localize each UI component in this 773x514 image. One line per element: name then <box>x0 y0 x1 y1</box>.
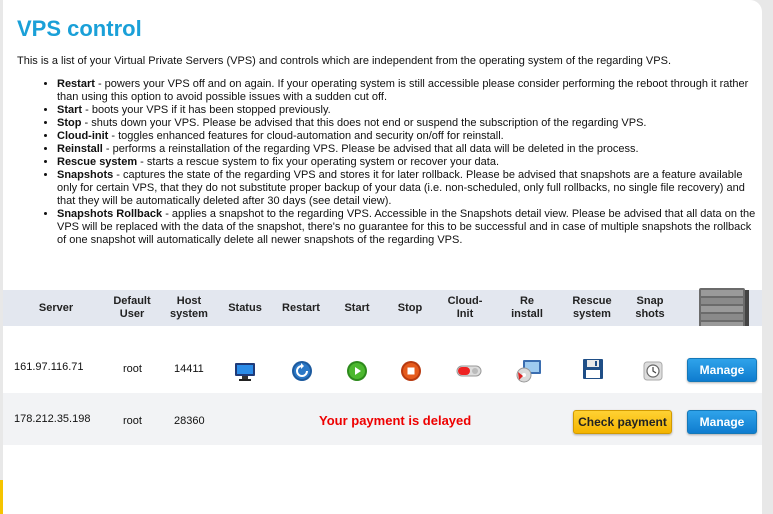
header-stop: Stop <box>397 301 423 314</box>
feature-desc: - shuts down your VPS. Please be advised… <box>81 117 647 129</box>
feature-item-cloud-init: Cloud-init - toggles enhanced features f… <box>57 130 757 143</box>
feature-term: Rescue system <box>57 156 138 168</box>
header-server: Server <box>38 301 74 314</box>
header-rescue: Rescue system <box>566 290 618 326</box>
manage-button[interactable]: Manage <box>687 358 757 382</box>
stop-icon[interactable] <box>400 360 422 382</box>
header-line: Re <box>519 295 535 307</box>
header-host-system: Host system <box>163 290 215 326</box>
feature-item-snapshots-rollback: Snapshots Rollback - applies a snapshot … <box>57 208 757 247</box>
feature-term: Stop <box>57 117 82 129</box>
header-line: User <box>119 308 145 320</box>
feature-desc: - toggles enhanced features for cloud-au… <box>108 130 504 142</box>
check-payment-button[interactable]: Check payment <box>573 410 672 434</box>
header-line: install <box>511 308 543 320</box>
header-default-user: Default User <box>103 290 161 326</box>
header-line: Init <box>456 308 474 320</box>
feature-term: Cloud-init <box>57 130 109 142</box>
table-header: Server Default User Host system Status Res… <box>3 288 762 336</box>
feature-list: Restart - powers your VPS off and on aga… <box>17 78 757 247</box>
feature-item-snapshots: Snapshots - captures the state of the re… <box>57 169 757 208</box>
header-reinstall: Re install <box>501 290 553 326</box>
header-line: Cloud- <box>447 295 483 307</box>
feature-term: Reinstall <box>57 143 103 155</box>
restart-icon[interactable] <box>291 360 313 382</box>
default-user: root <box>123 363 142 375</box>
host-system: 28360 <box>174 415 205 427</box>
feature-desc: - powers your VPS off and on again. If y… <box>57 78 749 103</box>
cloud-init-toggle-icon[interactable] <box>456 360 482 382</box>
vps-control-panel: VPS control This is a list of your Virtu… <box>3 0 762 514</box>
header-cloud-init: Cloud- Init <box>439 290 491 326</box>
feature-desc: - captures the state of the regarding VP… <box>57 169 745 207</box>
table-row: 161.97.116.71 root 14411 Manage <box>3 326 762 393</box>
feature-item-stop: Stop - shuts down your VPS. Please be ad… <box>57 117 757 130</box>
header-line: system <box>573 308 611 320</box>
header-restart: Restart <box>282 301 320 314</box>
manage-button[interactable]: Manage <box>687 410 757 434</box>
snapshots-icon[interactable] <box>642 360 664 382</box>
header-line: Snap <box>636 295 664 307</box>
header-start: Start <box>344 301 370 314</box>
server-ip: 178.212.35.198 <box>14 413 91 425</box>
header-snapshots: Snap shots <box>625 290 675 326</box>
feature-desc: - starts a rescue system to fix your ope… <box>137 156 500 168</box>
table-row: 178.212.35.198 root 28360 Your payment i… <box>3 393 762 445</box>
header-line: Rescue <box>572 295 612 307</box>
feature-item-rescue: Rescue system - starts a rescue system t… <box>57 156 757 169</box>
feature-desc: - performs a reinstallation of the regar… <box>102 143 639 155</box>
default-user: root <box>123 415 142 427</box>
feature-item-reinstall: Reinstall - performs a reinstallation of… <box>57 143 757 156</box>
feature-desc: - boots your VPS if it has been stopped … <box>82 104 331 116</box>
reinstall-icon[interactable] <box>515 358 543 384</box>
monitor-status-icon <box>235 363 255 381</box>
header-line: shots <box>635 308 665 320</box>
feature-term: Snapshots <box>57 169 114 181</box>
feature-item-start: Start - boots your VPS if it has been st… <box>57 104 757 117</box>
header-line: Default <box>113 295 151 307</box>
payment-delayed-message: Your payment is delayed <box>319 413 472 428</box>
intro-text: This is a list of your Virtual Private S… <box>17 55 672 67</box>
start-icon[interactable] <box>346 360 368 382</box>
header-line: Host <box>176 295 202 307</box>
page-title: VPS control <box>17 16 142 41</box>
feature-desc: - applies a snapshot to the regarding VP… <box>57 208 756 246</box>
header-line: system <box>170 308 208 320</box>
header-status: Status <box>228 301 262 314</box>
rescue-floppy-icon[interactable] <box>582 358 604 380</box>
feature-term: Restart <box>57 78 95 90</box>
feature-item-restart: Restart - powers your VPS off and on aga… <box>57 78 757 104</box>
server-ip: 161.97.116.71 <box>14 361 84 373</box>
feature-term: Start <box>57 104 83 116</box>
feature-term: Snapshots Rollback <box>57 208 163 220</box>
left-accent-bar <box>0 480 3 514</box>
host-system: 14411 <box>174 363 204 375</box>
